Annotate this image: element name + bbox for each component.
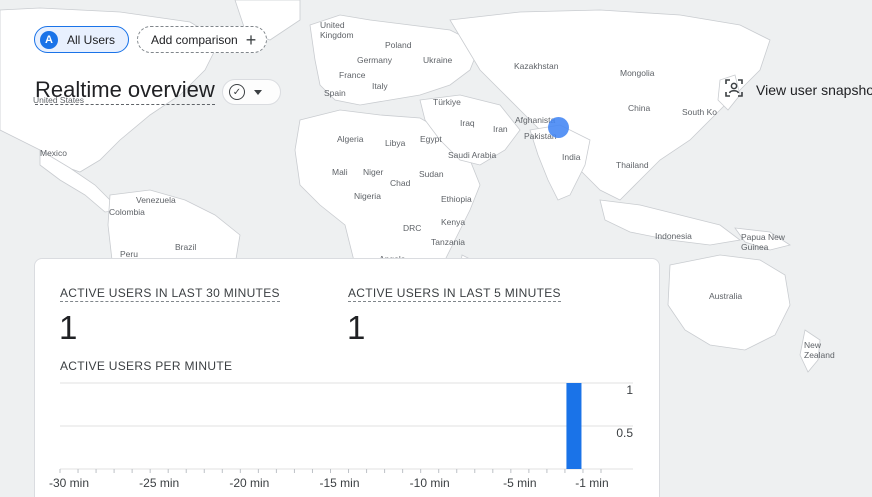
user-snapshot-icon: [724, 78, 744, 101]
map-country-label: Brazil: [175, 242, 197, 252]
map-country-label: Mongolia: [620, 68, 655, 78]
map-country-label: Mexico: [40, 148, 67, 158]
map-country-label: Iraq: [460, 118, 475, 128]
map-country-label: South Ko: [682, 107, 717, 117]
map-country-label: Saudi Arabia: [448, 150, 497, 160]
chevron-down-icon: [254, 89, 262, 95]
map-country-label: India: [562, 152, 581, 162]
map-country-label: Algeria: [337, 134, 364, 144]
map-country-label: Ukraine: [423, 55, 453, 65]
active-user-location-marker[interactable]: [548, 117, 569, 138]
map-country-label: Venezuela: [136, 195, 176, 205]
chart-bar[interactable]: [566, 383, 582, 469]
status-dropdown[interactable]: ✓: [222, 79, 281, 105]
active-users-per-minute-chart: 1 0.5 -30 min -25 min -20 min -15 min -10 min -…: [49, 382, 633, 490]
map-country-label: Ethiopia: [441, 194, 472, 204]
page-title: Realtime overview: [35, 76, 215, 105]
chart-x-tick-label: -30 min: [49, 476, 89, 490]
check-circle-icon: ✓: [229, 84, 245, 100]
map-country-label: Poland: [385, 40, 412, 50]
map-country-label: Australia: [709, 291, 743, 301]
chart-x-tick-label: -1 min: [575, 476, 608, 490]
segment-badge: A: [40, 30, 58, 49]
map-country-label: Egypt: [420, 134, 442, 144]
map-country-label: Papua New Guinea: [741, 232, 785, 252]
map-country-label: Mali: [332, 167, 348, 177]
add-comparison-label: Add comparison: [151, 32, 238, 47]
map-country-label: New Zealand: [804, 340, 835, 360]
map-country-label: Tanzania: [431, 237, 466, 247]
map-country-label: Thailand: [616, 160, 649, 170]
realtime-summary-card: ACTIVE USERS IN LAST 30 MINUTES 1 ACTIVE…: [34, 258, 660, 497]
map-country-label: Spain: [324, 88, 346, 98]
view-user-snapshot-button[interactable]: View user snapshot: [724, 78, 872, 101]
map-country-label: Indonesia: [655, 231, 692, 241]
map-country-label: Iran: [493, 124, 508, 134]
map-country-label: France: [339, 70, 366, 80]
map-country-label: Niger: [363, 167, 384, 177]
chart-x-tick-label: -10 min: [410, 476, 450, 490]
map-country-label: Libya: [385, 138, 406, 148]
chart-x-tick-label: -25 min: [139, 476, 179, 490]
chart-x-tick-label: -15 min: [320, 476, 360, 490]
map-country-label: Kenya: [441, 217, 466, 227]
segment-label: All Users: [67, 32, 116, 47]
map-country-label: China: [628, 103, 651, 113]
chart-y-tick-label: 0.5: [616, 426, 633, 440]
snapshot-label: View user snapshot: [756, 81, 872, 98]
add-comparison-button[interactable]: Add comparison +: [137, 26, 267, 53]
map-country-label: Italy: [372, 81, 388, 91]
map-country-label: Sudan: [419, 169, 444, 179]
segment-all-users-chip[interactable]: A All Users: [34, 26, 129, 53]
chart-x-tick-label: -20 min: [229, 476, 269, 490]
map-country-label: Nigeria: [354, 191, 381, 201]
chart-x-tick-label: -5 min: [503, 476, 536, 490]
map-country-label: DRC: [403, 223, 422, 233]
plus-icon: +: [245, 29, 257, 50]
chart-y-tick-label: 1: [626, 383, 633, 397]
map-country-label: Türkiye: [433, 97, 461, 107]
map-country-label: Chad: [390, 178, 411, 188]
map-country-label: Kazakhstan: [514, 61, 559, 71]
map-country-label: United Kingdom: [320, 20, 354, 40]
map-country-label: Colombia: [109, 207, 145, 217]
map-country-label: Germany: [357, 55, 392, 65]
